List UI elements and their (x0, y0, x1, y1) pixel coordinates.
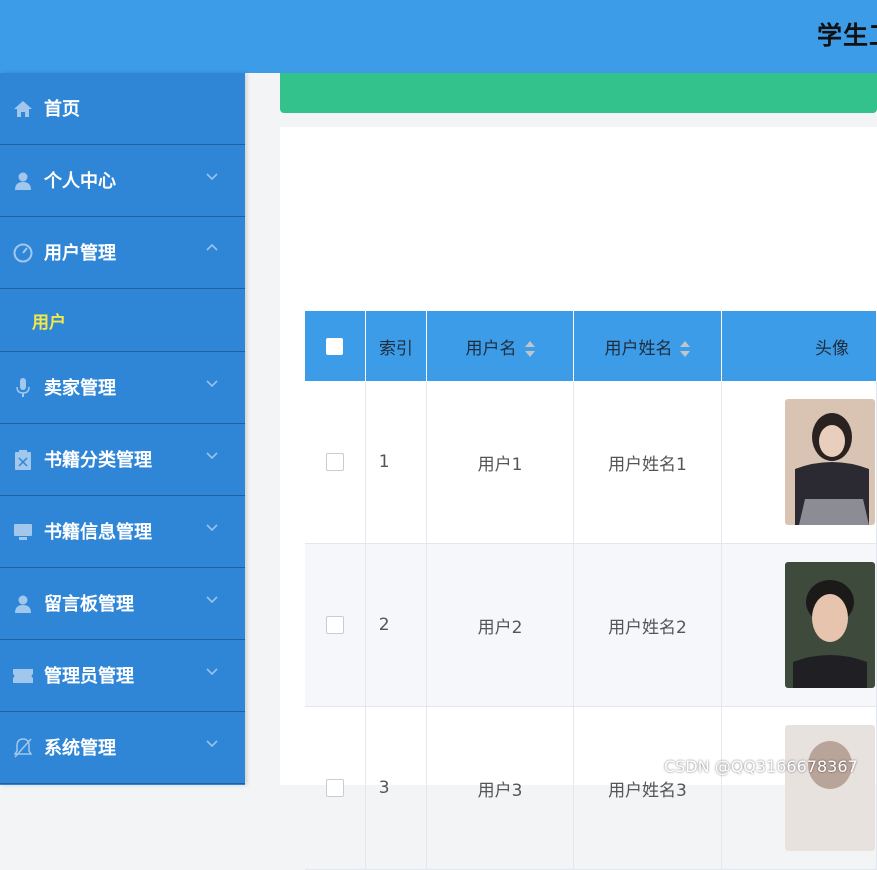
chevron-down-icon (206, 596, 218, 604)
sidebar-item-label: 管理员管理 (44, 666, 134, 687)
chevron-up-icon (206, 243, 218, 251)
name-cell: 用户姓名2 (573, 543, 722, 707)
user-table: 索引 用户名 用户姓名 头像 1 用户1 用户姓名1 2 用户2 用户姓名2 3… (305, 311, 877, 870)
username-cell: 用户3 (426, 706, 574, 870)
bell-off-icon (13, 738, 33, 758)
column-header-index: 索引 (365, 311, 428, 381)
sidebar-item-book-info-management[interactable]: 书籍信息管理 (0, 496, 245, 568)
chevron-down-icon (206, 524, 218, 532)
sidebar-item-label: 用户管理 (44, 243, 116, 264)
monitor-icon (13, 522, 33, 542)
sidebar-item-home[interactable]: 首页 (0, 73, 245, 145)
avatar-cell (721, 706, 877, 870)
watermark: CSDN @QQ3166678367 (664, 757, 858, 776)
sidebar: 首页 个人中心 用户管理 用户 卖家管理 书籍分类管理 书籍信息管理 留言板管理… (0, 73, 245, 785)
sidebar-item-admin-management[interactable]: 管理员管理 (0, 640, 245, 712)
column-header-avatar[interactable]: 头像 (721, 311, 877, 381)
select-all-cell (305, 311, 366, 381)
ticket-icon (13, 666, 33, 686)
sidebar-item-label: 卖家管理 (44, 378, 116, 399)
sort-icon[interactable] (680, 340, 691, 357)
chevron-down-icon (206, 452, 218, 460)
row-checkbox[interactable] (325, 453, 344, 471)
sidebar-item-seller-management[interactable]: 卖家管理 (0, 352, 245, 424)
username-cell: 用户2 (426, 543, 574, 707)
sidebar-item-message-board-management[interactable]: 留言板管理 (0, 568, 245, 640)
column-header-name[interactable]: 用户姓名 (573, 311, 722, 381)
table-row: 1 用户1 用户姓名1 (305, 381, 877, 544)
row-select-cell (305, 543, 366, 707)
submenu-item-user[interactable]: 用户 (32, 308, 66, 333)
sidebar-item-label: 首页 (44, 99, 80, 120)
column-header-username[interactable]: 用户名 (426, 311, 574, 381)
row-select-cell (305, 706, 366, 870)
avatar (784, 562, 875, 688)
avatar (784, 399, 875, 525)
chevron-down-icon (206, 173, 218, 181)
sidebar-item-user-management[interactable]: 用户管理 (0, 217, 245, 289)
table-row: 3 用户3 用户姓名3 (305, 706, 877, 870)
avatar-cell (721, 381, 877, 544)
sidebar-item-label: 系统管理 (44, 738, 116, 759)
sidebar-item-label: 留言板管理 (44, 594, 134, 615)
index-cell: 3 (365, 706, 428, 870)
microphone-icon (13, 378, 33, 398)
index-cell: 2 (365, 543, 428, 707)
username-cell: 用户1 (426, 381, 574, 544)
name-cell: 用户姓名1 (573, 381, 722, 544)
sort-icon[interactable] (524, 340, 535, 357)
index-cell: 1 (365, 381, 428, 544)
sidebar-item-system-management[interactable]: 系统管理 (0, 712, 245, 784)
chevron-down-icon (206, 740, 218, 748)
row-checkbox[interactable] (325, 779, 344, 797)
avatar (784, 725, 875, 851)
chevron-down-icon (206, 668, 218, 676)
sidebar-item-label: 个人中心 (44, 171, 116, 192)
sidebar-item-personal-center[interactable]: 个人中心 (0, 145, 245, 217)
chevron-down-icon (206, 380, 218, 388)
gauge-icon (13, 243, 33, 263)
clipboard-icon (13, 450, 33, 470)
sidebar-item-label: 书籍信息管理 (44, 522, 152, 543)
table-row: 2 用户2 用户姓名2 (305, 543, 877, 707)
name-cell: 用户姓名3 (573, 706, 722, 870)
table-header-row: 索引 用户名 用户姓名 头像 (305, 311, 877, 381)
avatar-cell (721, 543, 877, 707)
user-icon (13, 594, 33, 614)
row-checkbox[interactable] (325, 616, 344, 634)
row-select-cell (305, 381, 366, 544)
submenu-user: 用户 (0, 289, 245, 352)
green-banner (280, 73, 877, 113)
sidebar-item-book-category-management[interactable]: 书籍分类管理 (0, 424, 245, 496)
select-all-checkbox[interactable] (326, 337, 344, 355)
home-icon (13, 99, 33, 119)
app-title: 学生工 (817, 21, 877, 50)
sidebar-item-label: 书籍分类管理 (44, 450, 152, 471)
user-icon (13, 171, 33, 191)
top-header: 学生工 (0, 0, 877, 73)
